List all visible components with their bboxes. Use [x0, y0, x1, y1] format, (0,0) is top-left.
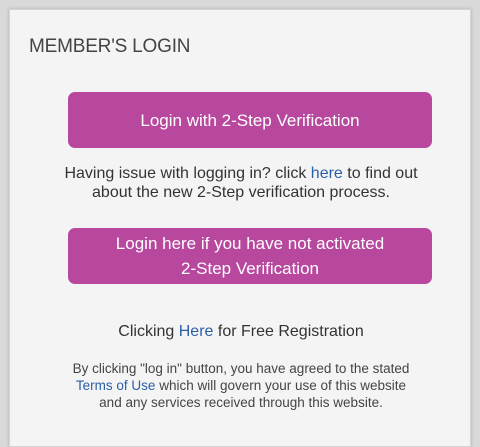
terms-of-use-link[interactable]: Terms of Use: [76, 378, 156, 393]
registration-here-link[interactable]: Here: [179, 323, 214, 340]
help-text-before-link: Having issue with logging in? click: [64, 165, 311, 182]
activate-button-line1: Login here if you have not activated: [115, 234, 385, 253]
legal-line2: Terms of Use which will govern your use …: [10, 377, 472, 394]
registration-before-link: Clicking: [118, 323, 179, 340]
login-help-text: Having issue with logging in? click here…: [10, 164, 472, 202]
member-login-panel: MEMBER'S LOGIN Login with 2-Step Verific…: [9, 9, 471, 447]
help-text-after-link: to find out: [342, 165, 418, 182]
registration-after-link: for Free Registration: [213, 323, 364, 340]
legal-line2-rest: which will govern your use of this websi…: [155, 378, 407, 393]
help-here-link[interactable]: here: [311, 165, 343, 182]
legal-notice: By clicking "log in" button, you have ag…: [10, 360, 472, 411]
help-text-line2: about the new 2-Step verification proces…: [92, 184, 390, 201]
page-title: MEMBER'S LOGIN: [29, 36, 191, 57]
free-registration-text: Clicking Here for Free Registration: [10, 323, 472, 341]
legal-line3: and any services received through this w…: [99, 395, 383, 410]
login-2step-verification-button[interactable]: Login with 2-Step Verification: [68, 92, 432, 148]
login-not-activated-button[interactable]: Login here if you have not activated 2-S…: [68, 228, 432, 284]
legal-line1: By clicking "log in" button, you have ag…: [72, 361, 410, 376]
activate-button-line2: 2-Step Verification: [181, 259, 319, 278]
